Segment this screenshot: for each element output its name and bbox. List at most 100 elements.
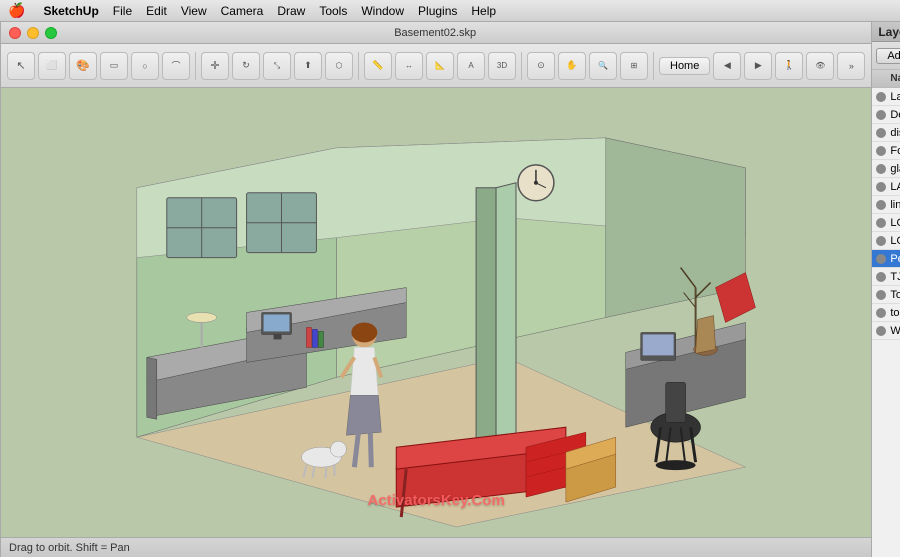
toolbar-eraser[interactable]: ⬜	[38, 52, 66, 80]
layer-name-label: Desks	[890, 109, 900, 121]
layer-row[interactable]: TJ's stuff	[872, 268, 900, 286]
toolbar-move[interactable]: ✛	[201, 52, 229, 80]
layer-name-label: glass	[890, 163, 900, 175]
layer-row[interactable]: glass	[872, 160, 900, 178]
layer-name-label: Layer0	[890, 91, 900, 103]
layer-row[interactable]: Desks	[872, 106, 900, 124]
toolbar-zoomext[interactable]: ⊞	[620, 52, 648, 80]
apple-menu[interactable]: 🍎	[8, 2, 25, 19]
layer-name-label: FormFonts	[890, 145, 900, 157]
layer-dot-icon	[876, 218, 886, 228]
toolbar-dim[interactable]: ↔	[395, 52, 423, 80]
layer-row[interactable]: FormFonts	[872, 142, 900, 160]
menu-edit[interactable]: Edit	[146, 4, 167, 18]
layer-dot-icon	[876, 200, 886, 210]
toolbar-sep-1	[195, 52, 196, 80]
toolbar-pan[interactable]: ✋	[558, 52, 586, 80]
toolbar-walk[interactable]: 🚶	[775, 52, 803, 80]
viewport[interactable]: ActivatorsKey.Com	[1, 88, 871, 537]
layer-name-label: LOFT_NURBS.1	[890, 217, 900, 229]
toolbar-zoom[interactable]: 🔍	[589, 52, 617, 80]
close-button[interactable]	[9, 27, 21, 39]
layer-dot-icon	[876, 110, 886, 120]
layer-name-label: People	[890, 253, 900, 265]
layer-row[interactable]: Toady's stuff	[872, 286, 900, 304]
viewport-titlebar: Basement02.skp	[1, 22, 871, 44]
layer-dot-icon	[876, 236, 886, 246]
layer-name-label: discard	[890, 127, 900, 139]
maximize-button[interactable]	[45, 27, 57, 39]
layer-dot-icon	[876, 308, 886, 318]
menu-view[interactable]: View	[181, 4, 207, 18]
layer-dot-icon	[876, 146, 886, 156]
layer-dot-icon	[876, 164, 886, 174]
layer-row[interactable]: discard	[872, 124, 900, 142]
layer-dot-icon	[876, 182, 886, 192]
menu-draw[interactable]: Draw	[277, 4, 305, 18]
toolbar-text[interactable]: A	[457, 52, 485, 80]
layers-panel: Layers Add Delete ▶ Name Visible Color L…	[871, 22, 900, 557]
layer-dot-icon	[876, 92, 886, 102]
layer-row[interactable]: LOFT_NURBS.1.1	[872, 232, 900, 250]
layers-toolbar: Add Delete ▶	[872, 42, 900, 70]
layers-header: Name Visible Color	[872, 70, 900, 88]
toolbar-paint[interactable]: 🎨	[69, 52, 97, 80]
top-toolbar: ↖ ⬜ 🎨 ▭ ○ ⌒ ✛ ↻ ⤡ ⬆ ⬡ 📏 ↔ 📐 A 3D ⊙ ✋ 🔍 ⊞…	[1, 44, 871, 88]
toolbar-lookaround[interactable]: 👁	[806, 52, 834, 80]
layers-title: Layers	[878, 25, 900, 39]
toolbar-3dtext[interactable]: 3D	[488, 52, 516, 80]
toolbar-rotate[interactable]: ↻	[232, 52, 260, 80]
layer-row[interactable]: Walls	[872, 322, 900, 340]
toolbar-pushpull[interactable]: ⬆	[294, 52, 322, 80]
layer-dot-icon	[876, 128, 886, 138]
toolbar-sep-3	[521, 52, 522, 80]
layer-name-label: LAYER1	[890, 181, 900, 193]
statusbar: Drag to orbit. Shift = Pan	[1, 537, 871, 557]
main-area: ↖ ⬛ ⬜ ▭ / ○ ⌒ ✏ ✛ ⬆ ↻ ⤡ 📏 ⬡ ⊙ ✋ 🔍 ⊞	[0, 22, 900, 557]
layer-row[interactable]: LAYER1	[872, 178, 900, 196]
scene-3d	[1, 88, 871, 537]
layer-dot-icon	[876, 272, 886, 282]
toolbar-scale[interactable]: ⤡	[263, 52, 291, 80]
toolbar-select[interactable]: ↖	[7, 52, 35, 80]
toolbar-sep-4	[653, 52, 654, 80]
layer-dot-icon	[876, 326, 886, 336]
minimize-button[interactable]	[27, 27, 39, 39]
layer-dot-icon	[876, 254, 886, 264]
layer-dot-icon	[876, 290, 886, 300]
toolbar-sep-2	[358, 52, 359, 80]
menu-camera[interactable]: Camera	[221, 4, 264, 18]
toolbar-rectangle[interactable]: ▭	[100, 52, 128, 80]
layer-row[interactable]: top	[872, 304, 900, 322]
layers-list: Layer0 Desks discard FormFonts glass LAYER1 li…	[872, 88, 900, 557]
toolbar-prev-view[interactable]: ◀	[713, 52, 741, 80]
menu-help[interactable]: Help	[471, 4, 496, 18]
window-controls	[9, 27, 57, 39]
toolbar-orbit[interactable]: ⊙	[527, 52, 555, 80]
menu-tools[interactable]: Tools	[319, 4, 347, 18]
layers-col-name: Name	[876, 73, 900, 84]
toolbar-circle[interactable]: ○	[131, 52, 159, 80]
layer-name-label: top	[890, 307, 900, 319]
layer-row[interactable]: lines	[872, 196, 900, 214]
layer-name-label: Toady's stuff	[890, 289, 900, 301]
app-name: SketchUp	[43, 4, 98, 18]
center-area: Basement02.skp ↖ ⬜ 🎨 ▭ ○ ⌒ ✛ ↻ ⤡ ⬆ ⬡ 📏 ↔…	[1, 22, 871, 557]
toolbar-tape[interactable]: 📏	[364, 52, 392, 80]
toolbar-offset[interactable]: ⬡	[325, 52, 353, 80]
home-button[interactable]: Home	[659, 57, 710, 75]
menu-plugins[interactable]: Plugins	[418, 4, 457, 18]
toolbar-arc[interactable]: ⌒	[162, 52, 190, 80]
layer-row[interactable]: LOFT_NURBS.1	[872, 214, 900, 232]
layers-title-bar: Layers	[872, 22, 900, 42]
layer-row[interactable]: Layer0	[872, 88, 900, 106]
menu-file[interactable]: File	[113, 4, 132, 18]
toolbar-expand[interactable]: »	[837, 52, 865, 80]
layers-add-button[interactable]: Add	[876, 48, 900, 64]
layer-row[interactable]: People	[872, 250, 900, 268]
toolbar-protractor[interactable]: 📐	[426, 52, 454, 80]
toolbar-next-view[interactable]: ▶	[744, 52, 772, 80]
viewport-title: Basement02.skp	[63, 27, 807, 39]
menu-window[interactable]: Window	[361, 4, 404, 18]
layer-name-label: LOFT_NURBS.1.1	[890, 235, 900, 247]
